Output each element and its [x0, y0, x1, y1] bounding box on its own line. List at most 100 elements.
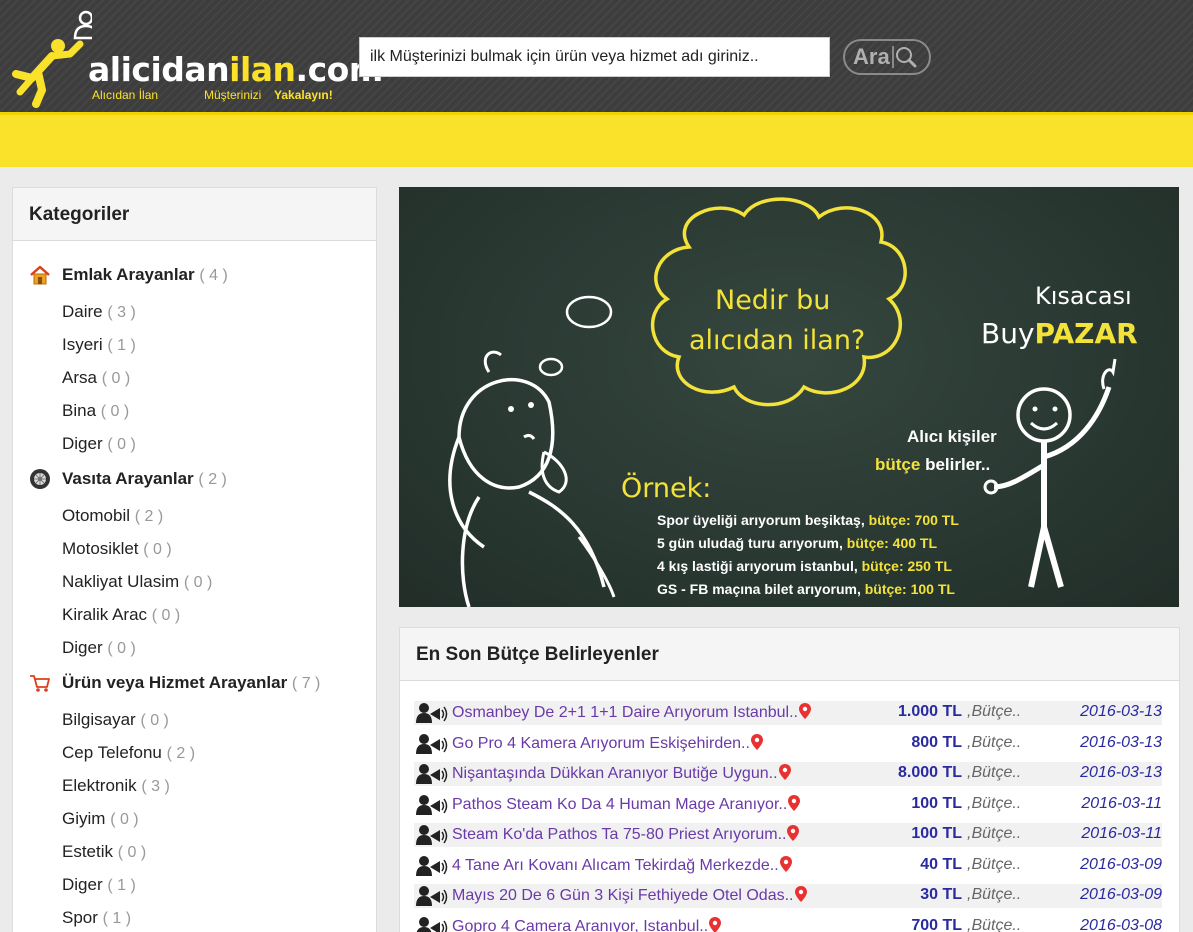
subcategory-daire[interactable]: Daire ( 3 )	[62, 302, 136, 322]
house-icon	[30, 265, 50, 285]
listing-date: 2016-03-09	[1080, 886, 1162, 903]
logo-tagline-left: Alıcıdan İlan	[92, 88, 159, 102]
listing-price: 100 TL	[911, 825, 962, 842]
latest-budgets-panel: En Son Bütçe Belirleyenler Osmanbey De 2…	[399, 627, 1180, 932]
banner-example-4: GS - FB maçına bilet arıyorum, bütçe: 10…	[657, 581, 955, 597]
listing-budget-label: ,Bütçe..	[967, 703, 1022, 720]
search-button[interactable]: Ara	[843, 39, 931, 75]
subcategory-bilgisayar[interactable]: Bilgisayar ( 0 )	[62, 710, 169, 730]
buyer-megaphone-icon	[416, 886, 448, 906]
category-name: Vasıta Arayanlar	[62, 469, 194, 488]
listing-price: 40 TL	[920, 855, 962, 873]
logo-tagline-mid: Müşterinizi	[204, 88, 262, 102]
listing-date: 2016-03-13	[1080, 764, 1162, 781]
subcategory-elektronik[interactable]: Elektronik ( 3 )	[62, 776, 170, 796]
subcategory-estetik[interactable]: Estetik ( 0 )	[62, 842, 146, 862]
category-name: Emlak Arayanlar	[62, 265, 195, 284]
subcategory-bina[interactable]: Bina ( 0 )	[62, 401, 129, 421]
listing-date: 2016-03-09	[1080, 855, 1162, 873]
listing-price: 700 TL	[911, 916, 962, 932]
listing-budget-label: ,Bütçe..	[967, 825, 1022, 842]
listing-title-link[interactable]: Pathos Steam Ko Da 4 Human Mage Aranıyor…	[452, 794, 801, 814]
subcategory-vasita-diger[interactable]: Diger ( 0 )	[62, 638, 136, 658]
category-sidebar: Kategoriler Emlak Arayanlar ( 4 ) Daire …	[12, 187, 377, 932]
buyer-megaphone-icon	[416, 825, 448, 845]
search-icon	[891, 46, 917, 68]
location-pin-icon	[794, 886, 807, 902]
table-row: Steam Ko'da Pathos Ta 75-80 Priest Arıyo…	[414, 823, 1162, 847]
subcategory-otomobil[interactable]: Otomobil ( 2 )	[62, 506, 163, 526]
subcategory-spor[interactable]: Spor ( 1 )	[62, 908, 131, 928]
listing-budget-label: ,Bütçe..	[967, 886, 1022, 903]
banner-example-3: 4 kış lastiği arıyorum istanbul, bütçe: …	[657, 558, 952, 574]
listing-title-link[interactable]: Steam Ko'da Pathos Ta 75-80 Priest Arıyo…	[452, 825, 800, 844]
listing-title-link[interactable]: Nişantaşında Dükkan Aranıyor Butiğe Uygu…	[452, 764, 791, 783]
subcategory-cep-telefonu[interactable]: Cep Telefonu ( 2 )	[62, 743, 195, 763]
listing-title-link[interactable]: Osmanbey De 2+1 1+1 Daire Arıyorum Istan…	[452, 703, 811, 722]
cart-icon	[30, 675, 50, 692]
subcategory-urun-diger[interactable]: Diger ( 1 )	[62, 875, 136, 895]
banner-summary-line1: Kısacası	[1035, 282, 1132, 310]
category-count: ( 2 )	[198, 471, 227, 488]
subcategory-arsa[interactable]: Arsa ( 0 )	[62, 368, 130, 388]
runner-logo-icon	[12, 10, 92, 108]
listing-price: 100 TL	[911, 794, 962, 812]
category-urun-hizmet[interactable]: Ürün veya Hizmet Arayanlar ( 7 )	[13, 670, 376, 696]
listing-title-link[interactable]: Gopro 4 Camera Aranıyor, Istanbul..	[452, 916, 722, 932]
banner-question-line2: alıcıdan ilan?	[689, 325, 866, 356]
listing-price: 30 TL	[920, 886, 962, 903]
subcategory-emlak-diger[interactable]: Diger ( 0 )	[62, 434, 136, 454]
listing-date: 2016-03-13	[1080, 703, 1162, 720]
banner-buyer-line2: bütçe belirler..	[875, 455, 991, 474]
logo-wordmark: alicidanilan.com	[88, 50, 383, 89]
sidebar-title: Kategoriler	[13, 188, 376, 241]
listing-title-link[interactable]: Mayıs 20 De 6 Gün 3 Kişi Fethiyede Otel …	[452, 886, 807, 905]
table-row: Nişantaşında Dükkan Aranıyor Butiğe Uygu…	[414, 762, 1162, 786]
wheel-icon	[30, 469, 50, 489]
search-button-label: Ara	[853, 44, 890, 69]
banner-example-title: Örnek:	[621, 473, 712, 504]
listing-date: 2016-03-08	[1080, 916, 1162, 932]
promo-banner[interactable]: Nedir bu alıcıdan ilan? Kısacası BuyPAZA…	[399, 187, 1179, 607]
listing-title-link[interactable]: 4 Tane Arı Kovanı Alıcam Tekirdağ Merkez…	[452, 855, 792, 875]
logo-tagline-right: Yakalayın!	[274, 88, 333, 102]
listing-budget-label: ,Bütçe..	[967, 764, 1022, 781]
buyer-megaphone-icon	[416, 794, 448, 815]
location-pin-icon	[778, 764, 791, 780]
location-pin-icon	[787, 825, 800, 841]
listing-date: 2016-03-13	[1080, 733, 1162, 751]
table-row: 4 Tane Arı Kovanı Alıcam Tekirdağ Merkez…	[414, 854, 1162, 878]
table-row: Mayıs 20 De 6 Gün 3 Kişi Fethiyede Otel …	[414, 884, 1162, 908]
listing-date: 2016-03-11	[1081, 794, 1162, 812]
category-emlak[interactable]: Emlak Arayanlar ( 4 )	[13, 262, 376, 288]
subcategory-giyim[interactable]: Giyim ( 0 )	[62, 809, 139, 829]
location-pin-icon	[788, 794, 801, 811]
listing-date: 2016-03-11	[1081, 825, 1162, 842]
subcategory-nakliyat-ulasim[interactable]: Nakliyat Ulasim ( 0 )	[62, 572, 212, 592]
buyer-megaphone-icon	[416, 916, 448, 932]
category-name: Ürün veya Hizmet Arayanlar	[62, 673, 288, 692]
listing-budget-label: ,Bütçe..	[967, 855, 1022, 873]
location-pin-icon	[750, 733, 763, 750]
table-row: Go Pro 4 Kamera Arıyorum Eskişehirden.. 8…	[414, 732, 1162, 756]
listing-title: En Son Bütçe Belirleyenler	[400, 628, 1179, 681]
buyer-megaphone-icon	[416, 764, 448, 784]
category-vasita[interactable]: Vasıta Arayanlar ( 2 )	[13, 466, 376, 492]
banner-example-1: Spor üyeliği arıyorum beşiktaş, bütçe: 7…	[657, 512, 959, 528]
subcategory-motosiklet[interactable]: Motosiklet ( 0 )	[62, 539, 172, 559]
listing-budget-label: ,Bütçe..	[967, 733, 1022, 751]
location-pin-icon	[709, 916, 722, 932]
search-input[interactable]	[359, 37, 830, 77]
category-count: ( 4 )	[199, 267, 228, 284]
subcategory-kiralik-arac[interactable]: Kiralik Arac ( 0 )	[62, 605, 180, 625]
table-row: Gopro 4 Camera Aranıyor, Istanbul.. 700 T…	[414, 915, 1162, 932]
site-logo[interactable]: alicidanilan.com Alıcıdan İlan Müşterini…	[12, 8, 383, 108]
listing-price: 8.000 TL	[897, 764, 962, 781]
subcategory-isyeri[interactable]: Isyeri ( 1 )	[62, 335, 136, 355]
category-count: ( 7 )	[291, 675, 321, 692]
banner-example-2: 5 gün uludağ turu arıyorum, bütçe: 400 T…	[657, 535, 938, 551]
location-pin-icon	[779, 855, 792, 872]
listing-price: 800 TL	[911, 733, 962, 751]
table-row: Pathos Steam Ko Da 4 Human Mage Aranıyor…	[414, 793, 1162, 817]
listing-title-link[interactable]: Go Pro 4 Kamera Arıyorum Eskişehirden..	[452, 733, 763, 753]
